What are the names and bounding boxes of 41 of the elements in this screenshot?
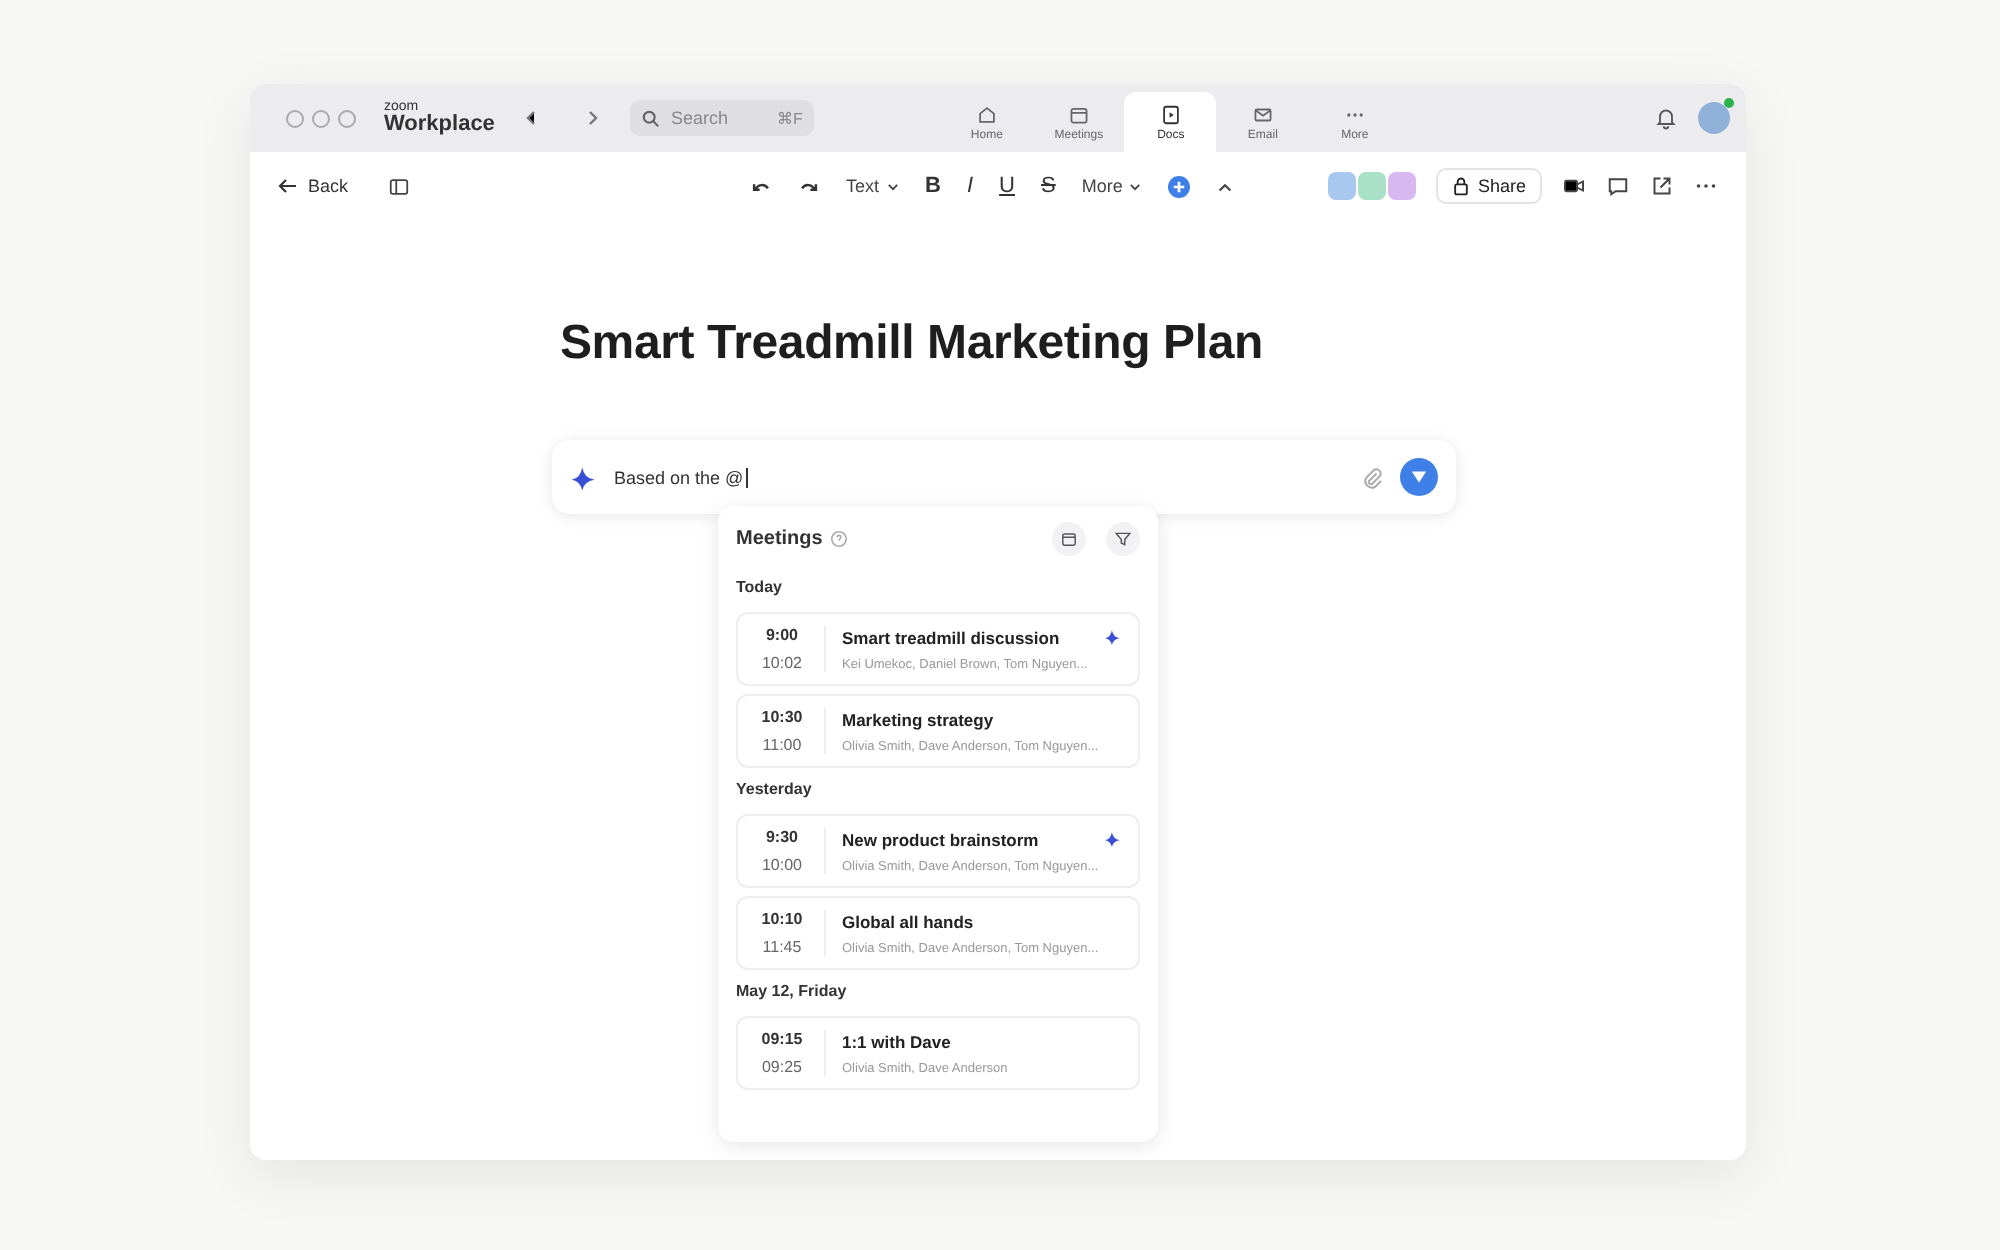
lock-icon bbox=[1451, 176, 1470, 196]
send-icon bbox=[1410, 468, 1428, 486]
filter-button[interactable] bbox=[1106, 521, 1140, 555]
paperclip-icon[interactable] bbox=[1360, 465, 1384, 489]
group-label: Today bbox=[736, 578, 784, 596]
text-style-dropdown[interactable]: Text bbox=[846, 176, 900, 196]
chevron-down-icon bbox=[1128, 179, 1143, 193]
document-title: Smart Treadmill Marketing Plan bbox=[560, 316, 1265, 372]
video-icon[interactable] bbox=[1562, 174, 1586, 198]
calendar-button[interactable] bbox=[1052, 521, 1086, 555]
shortcut-hint: ⌘F bbox=[777, 109, 803, 127]
chevron-down-icon bbox=[885, 179, 900, 193]
send-button[interactable] bbox=[1400, 458, 1438, 496]
calendar-icon bbox=[1067, 103, 1090, 125]
plus-icon bbox=[1172, 179, 1187, 193]
online-status-dot bbox=[1724, 98, 1734, 108]
app-name: Workplace bbox=[384, 114, 495, 136]
ai-prompt-field[interactable]: Based on the @ bbox=[552, 440, 1456, 514]
mail-icon bbox=[1251, 103, 1274, 125]
sparkle-icon bbox=[570, 463, 598, 491]
back-button[interactable]: Back bbox=[278, 176, 349, 196]
home-icon bbox=[975, 103, 998, 125]
arrow-left-icon bbox=[278, 176, 298, 196]
sidebar-icon[interactable] bbox=[388, 175, 411, 197]
external-link-icon[interactable] bbox=[1650, 174, 1674, 198]
search-icon bbox=[642, 109, 661, 127]
filter-icon bbox=[1114, 529, 1132, 547]
panel-title: Meetings bbox=[736, 527, 823, 549]
insert-button[interactable] bbox=[1168, 175, 1191, 197]
format-button[interactable]: U bbox=[999, 174, 1015, 198]
share-button[interactable]: Share bbox=[1435, 168, 1542, 204]
format-button[interactable]: S bbox=[1041, 174, 1056, 198]
group-label: May 12, Friday bbox=[736, 982, 849, 1000]
comment-icon[interactable] bbox=[1606, 174, 1630, 198]
format-button[interactable]: I bbox=[966, 174, 974, 198]
bell-icon[interactable] bbox=[1654, 106, 1678, 130]
calendar-icon bbox=[1060, 529, 1078, 547]
more-dropdown[interactable]: More bbox=[1081, 176, 1143, 196]
group-label: Yesterday bbox=[736, 780, 814, 798]
format-button[interactable]: B bbox=[925, 174, 941, 198]
document-icon bbox=[1159, 103, 1182, 125]
